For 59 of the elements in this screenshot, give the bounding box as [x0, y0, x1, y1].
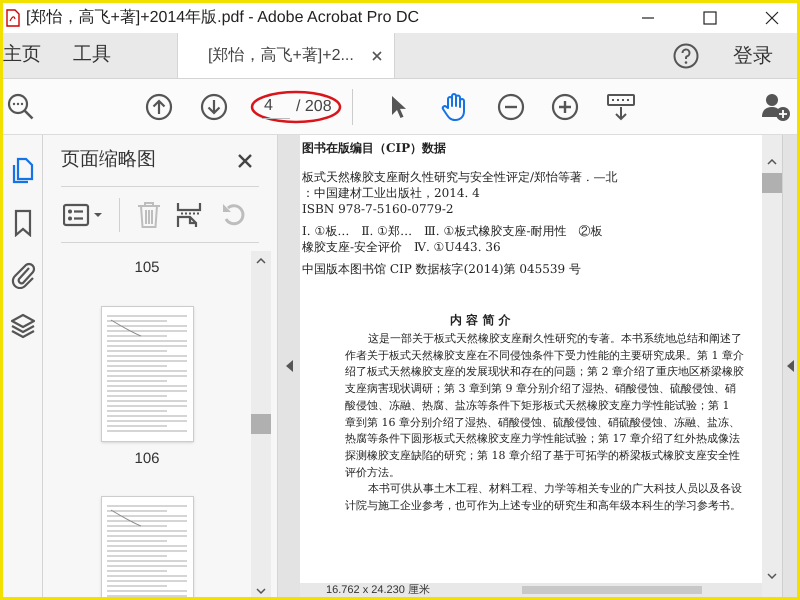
summary-line: 这是一部关于板式天然橡胶支座耐久性研究的专著。本书系统地总结和阐述了 [367, 331, 743, 347]
list-options-icon[interactable] [63, 202, 105, 226]
page-count: / 208 [296, 96, 332, 116]
zoom-in-icon[interactable] [551, 92, 579, 120]
sign-in-link[interactable]: 登录 [733, 40, 773, 70]
pdf-file-icon [6, 9, 20, 27]
paperclip-icon[interactable] [10, 261, 36, 289]
arrow-down-icon[interactable] [200, 92, 228, 120]
cip-line: ISBN 978-7-5160-0779-2 [301, 201, 455, 217]
close-icon[interactable] [237, 152, 253, 168]
page-thumbnail[interactable] [100, 306, 194, 442]
summary-line: 章到第 16 章分别介绍了湿热、硝酸侵蚀、硫酸侵蚀、硝硫酸侵蚀、冻融、盐冻、 [345, 414, 741, 431]
summary-line: 酸侵蚀、冻融、热腐、盐冻等条件下矩形板式天然橡胶支座力学性能试验；第 1 [345, 398, 730, 414]
summary-line: 本书可供从事土木工程、材料工程、力学等相关专业的广大科技人员以及各设 [367, 481, 743, 498]
cip-line: Ⅰ. ①板… Ⅱ. ①郑… Ⅲ. ①板式橡胶支座-耐用性 ②板 [301, 223, 604, 239]
cip-line: 橡胶支座-安全评价 Ⅳ. ①U443. 36 [301, 239, 502, 255]
horizontal-scroll-thumb[interactable] [522, 586, 702, 594]
summary-line: 热腐等条件下圆形板式天然橡胶支座力学性能试验；第 17 章介绍了红外热成像法 [345, 431, 741, 448]
page-label: 106 [134, 448, 160, 468]
cip-line: 中国版本图书馆 CIP 数据核字(2014)第 045539 号 [301, 261, 582, 277]
panel-title: 页面缩略图 [61, 148, 156, 172]
summary-line: 计院与施工企业参考，也可作为上述专业的研究生和高年级本科生的学习参考书。 [345, 498, 742, 514]
tab[interactable]: [郑怡，高飞+著]+2... [177, 33, 395, 78]
keyboard-down-icon[interactable] [607, 92, 635, 120]
page-size: 16.762 x 24.230 厘米 [326, 582, 430, 597]
summary-line: 探测橡胶支座缺陷的研究；第 18 章介绍了基于可拓学的桥梁板式橡胶支座安全性 [345, 448, 741, 464]
caret-up-icon[interactable] [767, 159, 777, 165]
summary-line: 作者关于板式天然橡胶支座在不同侵蚀条件下受力性能的主要研究成果。第 1 章介 [345, 348, 745, 364]
page-thumbnail[interactable] [100, 496, 194, 597]
cip-heading: 图书在版编目（CIP）数据 [301, 140, 448, 157]
search-icon[interactable] [7, 92, 35, 120]
add-user-icon[interactable] [761, 92, 791, 122]
collapse-arrow-icon[interactable] [286, 360, 292, 372]
cip-line: ：中国建材工业出版社，2014. 4 [301, 185, 481, 201]
zoom-out-icon[interactable] [497, 92, 525, 120]
caret-up-icon[interactable] [256, 258, 266, 264]
caret-down-icon[interactable] [767, 573, 777, 579]
window-title: [郑怡，高飞+著]+2014年版.pdf - Adobe Acrobat Pro DC [26, 8, 420, 28]
scrollbar[interactable] [251, 251, 271, 597]
page-number-field[interactable]: 4 [262, 94, 290, 119]
close-icon[interactable] [765, 11, 779, 25]
maximize-icon[interactable] [703, 11, 717, 25]
summary-line: 支座病害现状调研；第 3 章到第 9 章分别介绍了湿热、硝酸侵蚀、硫酸侵蚀、硝 [345, 381, 737, 398]
expand-arrow-icon[interactable] [786, 360, 794, 372]
close-icon[interactable] [372, 50, 382, 60]
caret-down-icon[interactable] [256, 588, 266, 594]
help-icon[interactable] [673, 42, 699, 68]
cip-line: 板式天然橡胶支座耐久性研究与安全性评定/郑怡等著 . —北 [301, 169, 618, 185]
pointer-icon[interactable] [389, 94, 409, 120]
summary-line: 评价方法。 [345, 464, 401, 481]
scroll-thumb[interactable] [251, 414, 271, 434]
layers-icon[interactable] [10, 313, 36, 341]
arrow-up-icon[interactable] [145, 92, 173, 120]
insert-page-icon[interactable] [176, 200, 202, 228]
scrollbar[interactable] [762, 135, 782, 597]
summary-line: 绍了板式天然橡胶支座的发展现状和存在的问题；第 2 章介绍了重庆地区桥梁橡胶 [345, 364, 745, 380]
page-label: 105 [134, 258, 160, 278]
scroll-thumb[interactable] [762, 173, 782, 193]
summary-title: 内 容 简 介 [449, 312, 512, 329]
